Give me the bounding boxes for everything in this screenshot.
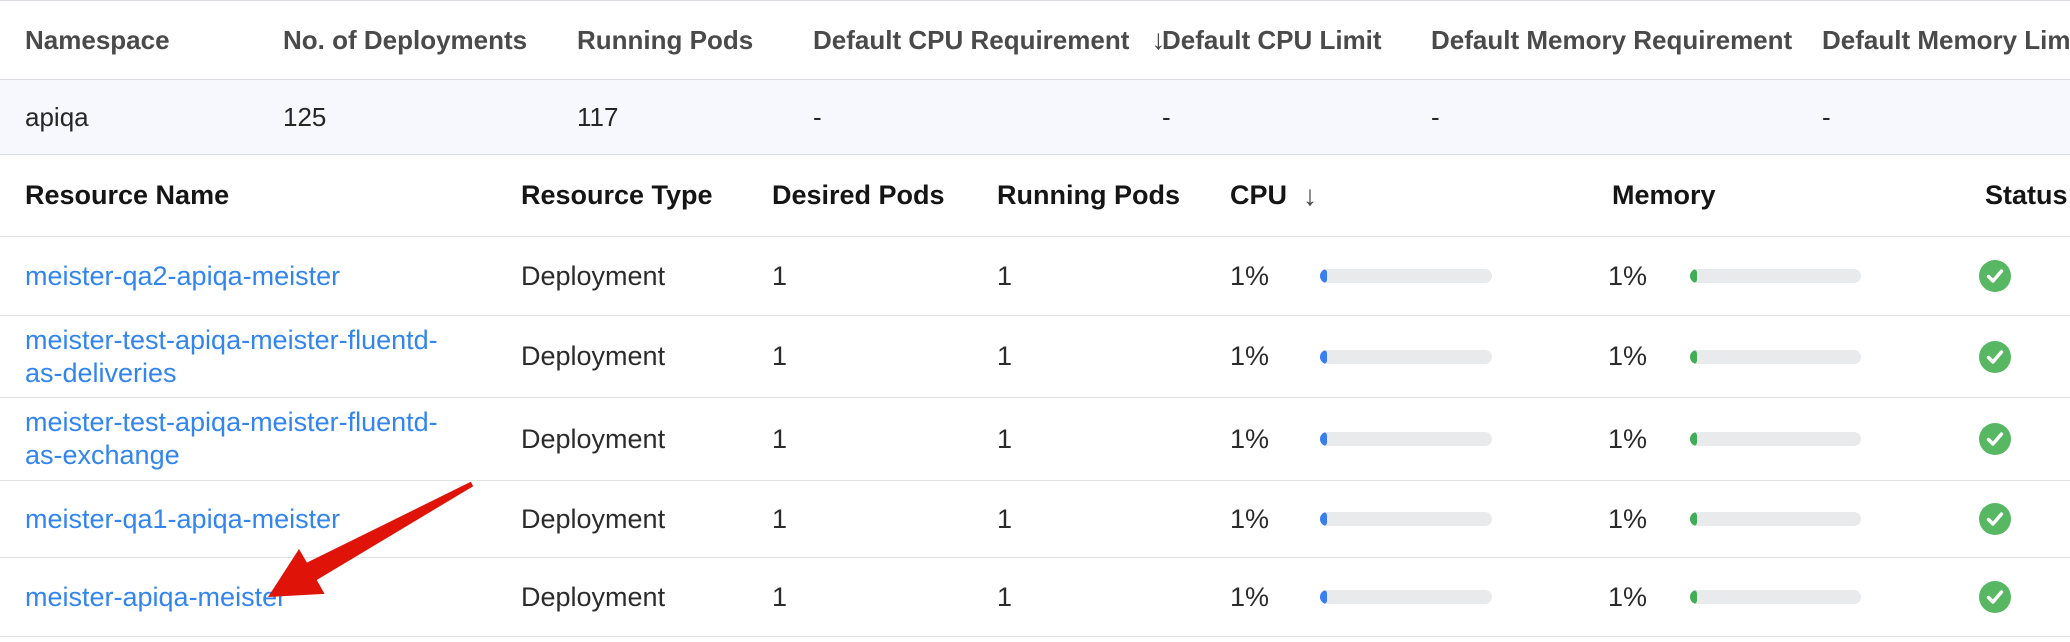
- desired-pods-value: 1: [772, 582, 997, 613]
- resource-name-link[interactable]: meister-qa1-apiqa-meister: [25, 504, 340, 534]
- header-cpu[interactable]: CPU ↓: [1230, 180, 1608, 212]
- memory-usage-bar: [1690, 590, 1861, 604]
- desired-pods-value: 1: [772, 261, 997, 292]
- header-default-cpu-limit: Default CPU Limit: [1162, 25, 1431, 56]
- memory-percent: 1%: [1608, 504, 1690, 535]
- running-pods-value: 1: [997, 424, 1230, 455]
- header-memory: Memory: [1608, 180, 1975, 211]
- cpu-usage-fill: [1320, 512, 1327, 526]
- resource-type: Deployment: [521, 504, 772, 535]
- memory-usage-bar: [1690, 432, 1861, 446]
- cpu-usage-bar: [1320, 512, 1492, 526]
- sort-descending-icon: ↓: [1303, 180, 1317, 212]
- header-deployments: No. of Deployments: [283, 25, 577, 56]
- cpu-usage-fill: [1320, 350, 1327, 364]
- resource-type: Deployment: [521, 424, 772, 455]
- cpu-percent: 1%: [1230, 261, 1320, 292]
- header-default-cpu-requirement-label: Default CPU Requirement: [813, 25, 1129, 56]
- resource-name-link[interactable]: meister-test-apiqa-meister-fluentd-as-de…: [25, 325, 438, 388]
- resource-row-3: meister-test-apiqa-meister-fluentd-as-ex…: [0, 398, 2070, 481]
- namespace-name: apiqa: [0, 102, 283, 133]
- memory-usage-fill: [1690, 269, 1697, 283]
- header-desired-pods: Desired Pods: [772, 180, 997, 211]
- status-healthy-icon: [1979, 503, 2070, 535]
- cpu-usage-bar: [1320, 432, 1492, 446]
- resource-name-link[interactable]: meister-qa2-apiqa-meister: [25, 261, 340, 291]
- memory-percent: 1%: [1608, 424, 1690, 455]
- cpu-usage-fill: [1320, 269, 1327, 283]
- cpu-usage-bar: [1320, 269, 1492, 283]
- namespace-row-apiqa[interactable]: apiqa 125 117 - - - -: [0, 80, 2070, 155]
- resource-table: Resource Name Resource Type Desired Pods…: [0, 155, 2070, 637]
- cpu-usage-bar: [1320, 350, 1492, 364]
- resource-type: Deployment: [521, 261, 772, 292]
- memory-usage-fill: [1690, 590, 1697, 604]
- header-status: Status: [1975, 180, 2070, 211]
- header-default-memory-requirement: Default Memory Requirement: [1431, 25, 1822, 56]
- desired-pods-value: 1: [772, 424, 997, 455]
- resource-table-header: Resource Name Resource Type Desired Pods…: [0, 155, 2070, 237]
- namespace-memory-limit-value: -: [1822, 102, 2070, 133]
- running-pods-value: 1: [997, 504, 1230, 535]
- header-default-memory-limit: Default Memory Limit: [1822, 25, 2070, 56]
- memory-percent: 1%: [1608, 582, 1690, 613]
- workloads-dashboard: Namespace No. of Deployments Running Pod…: [0, 0, 2070, 642]
- status-healthy-icon: [1979, 341, 2070, 373]
- header-running-pods-2: Running Pods: [997, 180, 1230, 211]
- cpu-percent: 1%: [1230, 424, 1320, 455]
- header-resource-type: Resource Type: [521, 180, 772, 211]
- memory-usage-fill: [1690, 432, 1697, 446]
- resource-row-4: meister-qa1-apiqa-meister Deployment 1 1…: [0, 481, 2070, 558]
- resource-type: Deployment: [521, 582, 772, 613]
- cpu-percent: 1%: [1230, 504, 1320, 535]
- cpu-usage-fill: [1320, 432, 1327, 446]
- resource-name-link[interactable]: meister-test-apiqa-meister-fluentd-as-ex…: [25, 407, 438, 470]
- memory-percent: 1%: [1608, 261, 1690, 292]
- cpu-usage-bar: [1320, 590, 1492, 604]
- desired-pods-value: 1: [772, 341, 997, 372]
- namespace-deployments-count: 125: [283, 102, 577, 133]
- namespace-memory-requirement-value: -: [1431, 102, 1822, 133]
- desired-pods-value: 1: [772, 504, 997, 535]
- memory-usage-bar: [1690, 350, 1861, 364]
- namespace-table: Namespace No. of Deployments Running Pod…: [0, 1, 2070, 155]
- namespace-cpu-limit-value: -: [1162, 102, 1431, 133]
- resource-row-5: meister-apiqa-meister Deployment 1 1 1% …: [0, 558, 2070, 637]
- memory-usage-fill: [1690, 350, 1697, 364]
- memory-usage-bar: [1690, 269, 1861, 283]
- running-pods-value: 1: [997, 341, 1230, 372]
- header-cpu-label: CPU: [1230, 180, 1287, 211]
- memory-usage-fill: [1690, 512, 1697, 526]
- resource-row-2: meister-test-apiqa-meister-fluentd-as-de…: [0, 316, 2070, 398]
- header-resource-name: Resource Name: [0, 180, 521, 211]
- resource-type: Deployment: [521, 341, 772, 372]
- resource-name-link[interactable]: meister-apiqa-meister: [25, 582, 286, 612]
- header-default-cpu-requirement[interactable]: Default CPU Requirement ↓: [813, 24, 1162, 56]
- cpu-percent: 1%: [1230, 341, 1320, 372]
- memory-percent: 1%: [1608, 341, 1690, 372]
- header-namespace: Namespace: [0, 25, 283, 56]
- cpu-usage-fill: [1320, 590, 1327, 604]
- namespace-cpu-requirement-value: -: [813, 102, 1162, 133]
- namespace-table-header: Namespace No. of Deployments Running Pod…: [0, 1, 2070, 80]
- namespace-running-pods-count: 117: [577, 102, 813, 133]
- memory-usage-bar: [1690, 512, 1861, 526]
- header-running-pods: Running Pods: [577, 25, 813, 56]
- status-healthy-icon: [1979, 260, 2070, 292]
- status-healthy-icon: [1979, 581, 2070, 613]
- running-pods-value: 1: [997, 582, 1230, 613]
- status-healthy-icon: [1979, 423, 2070, 455]
- cpu-percent: 1%: [1230, 582, 1320, 613]
- resource-row-1: meister-qa2-apiqa-meister Deployment 1 1…: [0, 237, 2070, 316]
- running-pods-value: 1: [997, 261, 1230, 292]
